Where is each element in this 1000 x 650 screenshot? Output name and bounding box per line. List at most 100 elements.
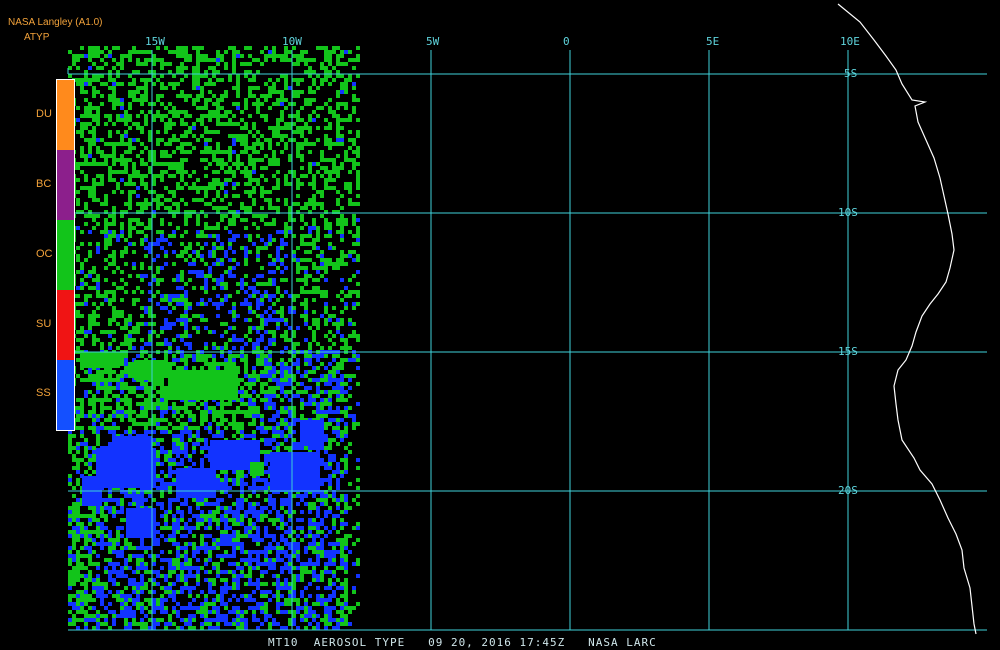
aerosol-pixel <box>220 518 224 522</box>
aerosol-pixel <box>316 190 320 194</box>
aerosol-pixel <box>124 238 128 242</box>
aerosol-pixel <box>96 286 100 290</box>
aerosol-pixel <box>220 94 224 98</box>
aerosol-pixel <box>300 54 304 58</box>
aerosol-pixel <box>296 558 300 562</box>
aerosol-pixel <box>264 442 268 446</box>
aerosol-pixel <box>128 158 132 162</box>
aerosol-pixel <box>204 74 208 78</box>
aerosol-pixel <box>148 314 152 318</box>
aerosol-pixel <box>340 226 344 230</box>
aerosol-pixel <box>268 590 272 594</box>
aerosol-pixel <box>336 390 340 394</box>
aerosol-pixel <box>96 74 100 78</box>
aerosol-pixel <box>288 546 292 550</box>
aerosol-pixel <box>84 390 88 394</box>
aerosol-pixel <box>340 258 344 262</box>
aerosol-pixel <box>128 342 132 346</box>
aerosol-pixel <box>120 138 124 142</box>
aerosol-pixel <box>244 370 248 374</box>
aerosol-pixel <box>284 362 288 366</box>
aerosol-pixel <box>284 142 288 146</box>
aerosol-pixel <box>128 566 132 570</box>
aerosol-pixel <box>152 542 156 546</box>
aerosol-pixel <box>244 46 248 50</box>
aerosol-pixel <box>328 70 332 74</box>
aerosol-pixel <box>124 494 128 498</box>
aerosol-pixel <box>108 530 112 534</box>
aerosol-pixel <box>284 54 288 58</box>
aerosol-pixel <box>164 338 168 342</box>
aerosol-pixel <box>132 386 136 390</box>
aerosol-pixel <box>292 586 296 590</box>
aerosol-pixel <box>312 566 316 570</box>
aerosol-pixel <box>292 438 296 442</box>
aerosol-pixel <box>156 522 160 526</box>
aerosol-pixel <box>252 538 256 542</box>
aerosol-pixel <box>136 126 140 130</box>
aerosol-pixel <box>120 370 124 374</box>
aerosol-pixel <box>88 594 92 598</box>
aerosol-pixel <box>92 510 96 514</box>
aerosol-pixel <box>244 318 248 322</box>
aerosol-pixel <box>84 214 88 218</box>
aerosol-pixel <box>108 322 112 326</box>
aerosol-pixel <box>104 330 108 334</box>
aerosol-pixel <box>308 402 312 406</box>
aerosol-pixel <box>268 94 272 98</box>
aerosol-pixel <box>168 362 172 366</box>
aerosol-pixel <box>176 94 180 98</box>
aerosol-pixel <box>108 534 112 538</box>
aerosol-pixel <box>92 338 96 342</box>
aerosol-pixel <box>288 430 292 434</box>
aerosol-pixel <box>180 174 184 178</box>
aerosol-pixel <box>356 258 360 262</box>
aerosol-pixel <box>144 90 148 94</box>
aerosol-pixel <box>324 414 328 418</box>
aerosol-pixel <box>180 318 184 322</box>
aerosol-pixel <box>124 162 128 166</box>
aerosol-pixel <box>156 194 160 198</box>
aerosol-pixel <box>144 122 148 126</box>
aerosol-pixel <box>240 534 244 538</box>
aerosol-pixel <box>260 186 264 190</box>
aerosol-pixel <box>268 78 272 82</box>
aerosol-pixel <box>344 62 348 66</box>
aerosol-pixel <box>116 114 120 118</box>
aerosol-pixel <box>196 442 200 446</box>
aerosol-pixel <box>196 330 200 334</box>
aerosol-pixel <box>180 438 184 442</box>
aerosol-pixel <box>252 378 256 382</box>
aerosol-pixel <box>220 258 224 262</box>
aerosol-pixel <box>136 354 140 358</box>
aerosol-pixel <box>140 182 144 186</box>
aerosol-pixel <box>208 330 212 334</box>
aerosol-pixel <box>196 570 200 574</box>
aerosol-pixel <box>92 430 96 434</box>
aerosol-pixel <box>204 290 208 294</box>
aerosol-pixel <box>96 46 100 50</box>
aerosol-pixel <box>108 538 112 542</box>
aerosol-pixel <box>264 402 268 406</box>
aerosol-pixel <box>252 290 256 294</box>
aerosol-pixel <box>340 398 344 402</box>
aerosol-pixel <box>208 502 212 506</box>
aerosol-pixel <box>184 314 188 318</box>
aerosol-pixel <box>184 214 188 218</box>
aerosol-pixel <box>140 262 144 266</box>
aerosol-pixel <box>340 394 344 398</box>
aerosol-pixel <box>128 118 132 122</box>
aerosol-pixel <box>336 434 340 438</box>
aerosol-pixel <box>308 130 312 134</box>
aerosol-pixel <box>100 182 104 186</box>
aerosol-pixel <box>248 146 252 150</box>
aerosol-pixel <box>92 382 96 386</box>
aerosol-pixel <box>152 150 156 154</box>
aerosol-pixel <box>144 58 148 62</box>
aerosol-pixel <box>256 138 260 142</box>
aerosol-pixel <box>164 306 168 310</box>
aerosol-pixel <box>132 174 136 178</box>
aerosol-pixel <box>304 566 308 570</box>
aerosol-pixel <box>248 534 252 538</box>
aerosol-pixel <box>168 366 172 370</box>
